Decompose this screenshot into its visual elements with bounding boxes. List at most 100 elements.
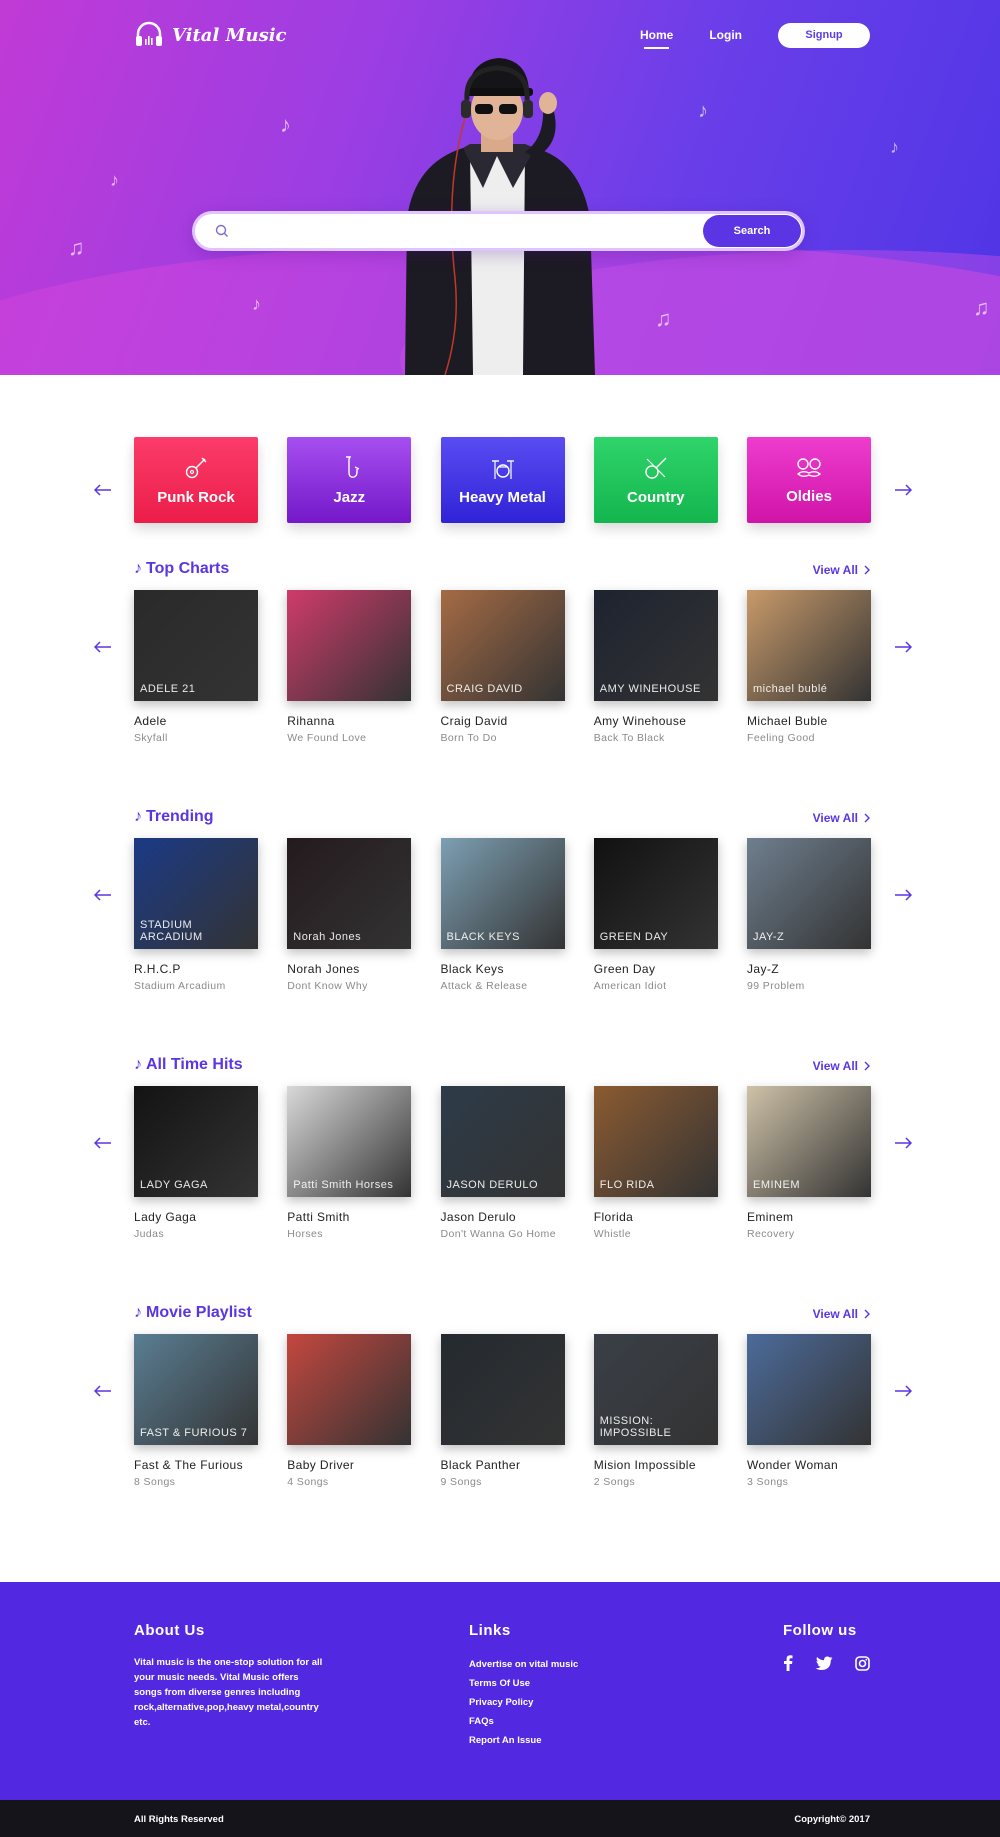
album-card[interactable]: EMINEM Eminem Recovery bbox=[747, 1086, 871, 1240]
album-cover: JAY-Z bbox=[747, 838, 871, 949]
facebook-icon[interactable] bbox=[783, 1655, 793, 1671]
music-sections: ♪ Top Charts View All ADELE 21 Adele Skyfall R… bbox=[0, 560, 1000, 1552]
album-cover bbox=[440, 1334, 565, 1445]
view-all-link[interactable]: View All bbox=[813, 811, 870, 825]
album-card[interactable]: AMY WINEHOUSE Amy Winehouse Back To Black bbox=[593, 590, 718, 744]
album-card[interactable]: MISSION: IMPOSSIBLE Mision Impossible 2 So… bbox=[593, 1334, 718, 1488]
album-card[interactable]: Baby Driver 4 Songs bbox=[287, 1334, 412, 1488]
album-card[interactable]: michael bublé Michael Buble Feeling Good bbox=[747, 590, 871, 744]
album-card[interactable]: Norah Jones Norah Jones Dont Know Why bbox=[287, 838, 412, 992]
search-button[interactable]: Search bbox=[703, 215, 801, 247]
section-top-charts: ♪ Top Charts View All ADELE 21 Adele Skyfall R… bbox=[0, 560, 1000, 808]
album-card[interactable]: GREEN DAY Green Day American Idiot bbox=[593, 838, 718, 992]
album-card[interactable]: Black Panther 9 Songs bbox=[440, 1334, 565, 1488]
genre-country[interactable]: Country bbox=[593, 437, 718, 523]
section-prev-arrow-icon[interactable] bbox=[93, 1381, 113, 1401]
album-artist: Wonder Woman bbox=[747, 1458, 839, 1472]
twitter-icon[interactable] bbox=[815, 1656, 833, 1671]
album-cover: STADIUM ARCADIUM bbox=[134, 838, 258, 949]
album-subtitle: Attack & Release bbox=[440, 980, 528, 992]
genre-label: Punk Rock bbox=[157, 488, 235, 506]
chevron-right-icon bbox=[864, 1061, 870, 1071]
view-all-link[interactable]: View All bbox=[813, 1307, 870, 1321]
section-prev-arrow-icon[interactable] bbox=[93, 885, 113, 905]
view-all-link[interactable]: View All bbox=[813, 1059, 870, 1073]
section-title-text: Top Charts bbox=[146, 560, 230, 577]
view-all-label: View All bbox=[812, 1307, 858, 1321]
album-card[interactable]: Rihanna We Found Love bbox=[287, 590, 412, 744]
genre-next-arrow-icon[interactable] bbox=[893, 480, 913, 500]
brand-logo[interactable]: Vital Music bbox=[134, 20, 287, 50]
genre-punk-rock[interactable]: Punk Rock bbox=[134, 437, 258, 523]
album-card[interactable]: JASON DERULO Jason Derulo Don't Wanna Go H… bbox=[440, 1086, 565, 1240]
signup-button[interactable]: Signup bbox=[778, 22, 870, 48]
album-artist: Mision Impossible bbox=[593, 1458, 696, 1472]
nav-home-link[interactable]: Home bbox=[640, 28, 673, 49]
banjo-icon bbox=[645, 457, 667, 479]
album-artist: Lady Gaga bbox=[134, 1210, 197, 1224]
genre-prev-arrow-icon[interactable] bbox=[93, 480, 113, 500]
album-subtitle: American Idiot bbox=[593, 980, 667, 992]
section-next-arrow-icon[interactable] bbox=[893, 1381, 913, 1401]
album-card[interactable]: STADIUM ARCADIUM R.H.C.P Stadium Arcadium bbox=[134, 838, 258, 992]
guitar-icon bbox=[185, 457, 207, 478]
album-cover: GREEN DAY bbox=[593, 838, 718, 949]
album-card[interactable]: CRAIG DAVID Craig David Born To Do bbox=[440, 590, 565, 744]
rights-text: All Rights Reserved bbox=[134, 1814, 224, 1825]
album-cover-text: Patti Smith Horses bbox=[293, 1179, 394, 1191]
nav-login-link[interactable]: Login bbox=[709, 28, 742, 42]
album-card[interactable]: LADY GAGA Lady Gaga Judas bbox=[134, 1086, 258, 1240]
music-note-icon: ♪ bbox=[252, 294, 261, 314]
section-prev-arrow-icon[interactable] bbox=[93, 1133, 113, 1153]
album-cover: FAST & FURIOUS 7 bbox=[134, 1334, 258, 1445]
album-artist: Baby Driver bbox=[287, 1458, 355, 1472]
footer-links: Links Advertise on vital music Terms Of … bbox=[469, 1622, 578, 1750]
album-list: LADY GAGA Lady Gaga Judas Patti Smith Horse… bbox=[134, 1086, 871, 1240]
genre-jazz[interactable]: Jazz bbox=[287, 437, 412, 523]
album-cover-text bbox=[441, 1433, 453, 1445]
album-subtitle: Horses bbox=[287, 1228, 323, 1240]
footer-link-privacy[interactable]: Privacy Policy bbox=[469, 1693, 578, 1712]
footer-follow-title: Follow us bbox=[783, 1622, 857, 1639]
album-cover-text: STADIUM ARCADIUM bbox=[140, 919, 203, 943]
footer-links-title: Links bbox=[469, 1622, 511, 1639]
genre-oldies[interactable]: Oldies bbox=[747, 437, 871, 523]
album-subtitle: Born To Do bbox=[440, 732, 497, 744]
footer-link-report[interactable]: Report An Issue bbox=[469, 1731, 578, 1750]
album-card[interactable]: FAST & FURIOUS 7 Fast & The Furious 8 Song… bbox=[134, 1334, 258, 1488]
genre-heavy-metal[interactable]: Heavy Metal bbox=[440, 437, 565, 523]
view-all-link[interactable]: View All bbox=[813, 563, 870, 577]
search-input[interactable] bbox=[237, 223, 703, 239]
album-cover: AMY WINEHOUSE bbox=[593, 590, 718, 701]
album-artist: Norah Jones bbox=[287, 962, 360, 976]
genre-label: Country bbox=[627, 488, 685, 506]
album-artist: Eminem bbox=[747, 1210, 794, 1224]
section-next-arrow-icon[interactable] bbox=[893, 1133, 913, 1153]
album-subtitle: Stadium Arcadium bbox=[134, 980, 226, 992]
view-all-label: View All bbox=[812, 811, 858, 825]
album-card[interactable]: FLO RIDA Florida Whistle bbox=[593, 1086, 718, 1240]
music-note-icon: ♪ bbox=[698, 100, 708, 122]
album-card[interactable]: BLACK KEYS Black Keys Attack & Release bbox=[440, 838, 565, 992]
album-cover: LADY GAGA bbox=[134, 1086, 258, 1197]
album-artist: Amy Winehouse bbox=[593, 714, 687, 728]
album-subtitle: Whistle bbox=[593, 1228, 631, 1240]
section-next-arrow-icon[interactable] bbox=[893, 885, 913, 905]
album-card[interactable]: ADELE 21 Adele Skyfall bbox=[134, 590, 258, 744]
footer-link-faqs[interactable]: FAQs bbox=[469, 1712, 578, 1731]
instagram-icon[interactable] bbox=[855, 1655, 870, 1671]
album-artist: Adele bbox=[134, 714, 167, 728]
album-card[interactable]: JAY-Z Jay-Z 99 Problem bbox=[747, 838, 871, 992]
album-card[interactable]: Wonder Woman 3 Songs bbox=[747, 1334, 871, 1488]
album-cover bbox=[287, 590, 412, 701]
album-artist: R.H.C.P bbox=[134, 962, 181, 976]
album-cover-text: EMINEM bbox=[753, 1179, 800, 1191]
section-prev-arrow-icon[interactable] bbox=[93, 637, 113, 657]
footer-link-advertise[interactable]: Advertise on vital music bbox=[469, 1655, 578, 1674]
album-cover-text: GREEN DAY bbox=[599, 931, 669, 943]
search-icon bbox=[207, 224, 237, 238]
album-card[interactable]: Patti Smith Horses Patti Smith Horses bbox=[287, 1086, 412, 1240]
album-subtitle: We Found Love bbox=[287, 732, 367, 744]
footer-link-terms[interactable]: Terms Of Use bbox=[469, 1674, 578, 1693]
section-next-arrow-icon[interactable] bbox=[893, 637, 913, 657]
